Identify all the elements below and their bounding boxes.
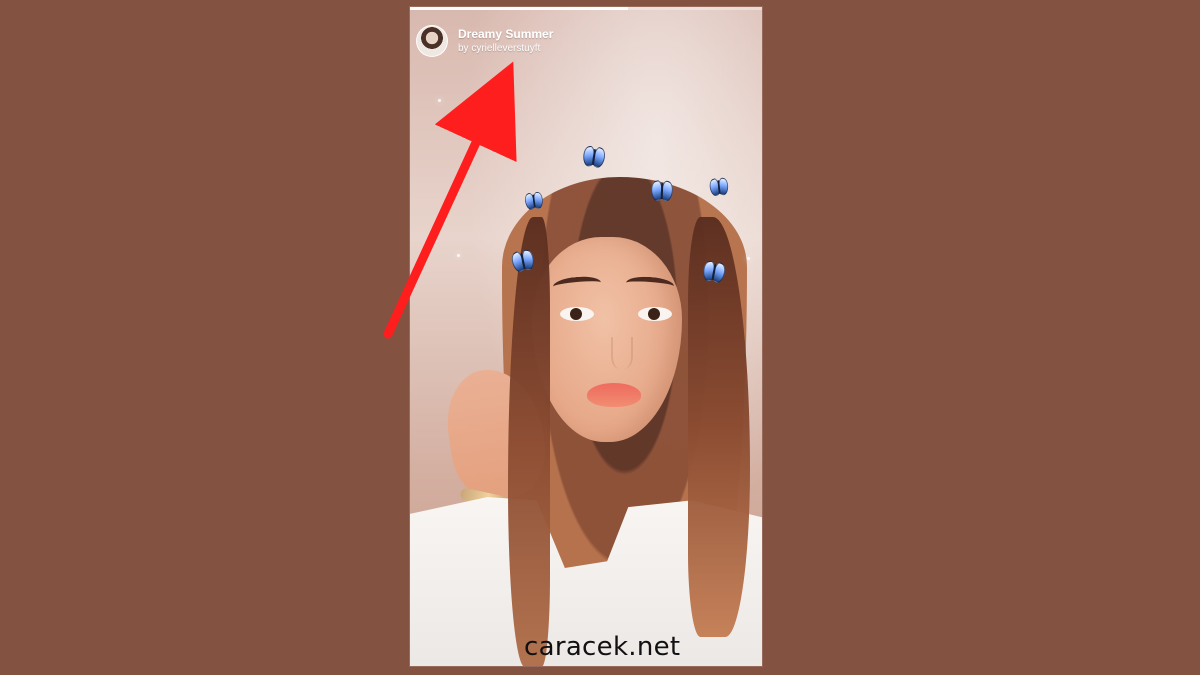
story-progress-bar <box>410 7 762 10</box>
story-progress-fill <box>410 7 629 10</box>
profile-avatar[interactable] <box>416 25 448 57</box>
effect-author[interactable]: by cyrielleverstuyft <box>458 44 553 54</box>
background-light <box>410 7 762 666</box>
story-viewer: Dreamy Summer by cyrielleverstuyft <box>410 7 762 666</box>
site-watermark: caracek.net <box>524 632 681 662</box>
effect-title[interactable]: Dreamy Summer <box>458 28 553 40</box>
effect-meta[interactable]: Dreamy Summer by cyrielleverstuyft <box>458 28 553 54</box>
effect-header[interactable]: Dreamy Summer by cyrielleverstuyft <box>416 25 553 57</box>
